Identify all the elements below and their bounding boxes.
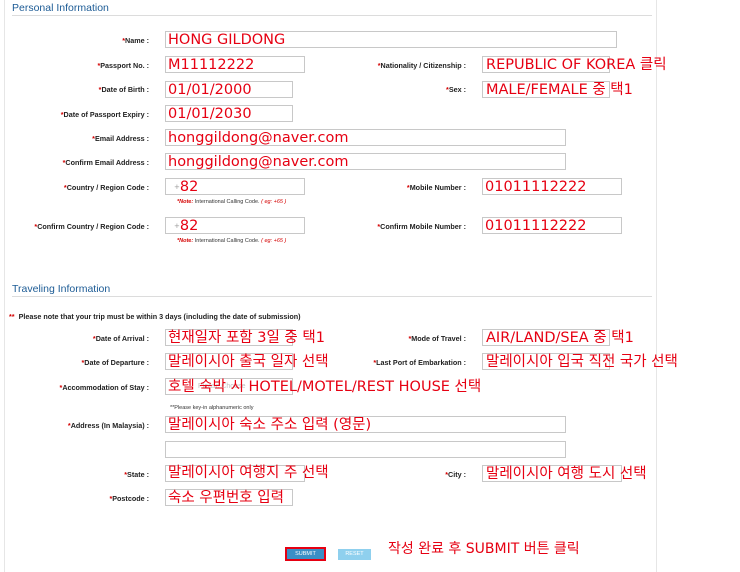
nationality-select[interactable] bbox=[482, 56, 610, 73]
email-input[interactable]: honggildong@naver.com bbox=[165, 129, 566, 146]
sex-label: *Sex : bbox=[446, 85, 466, 94]
arrival-label: *Date of Arrival : bbox=[92, 334, 149, 343]
postcode-input[interactable] bbox=[165, 489, 293, 506]
passport-input[interactable]: M11112222 bbox=[165, 56, 305, 73]
address-line1-input[interactable] bbox=[165, 416, 566, 433]
departure-label: *Date of Departure : bbox=[81, 358, 149, 367]
trip-window-note: ** Please note that your trip must be wi… bbox=[9, 312, 301, 321]
accommodation-label: *Accommodation of Stay : bbox=[59, 383, 149, 392]
country-code-label: *Country / Region Code : bbox=[63, 183, 149, 192]
alphanumeric-note: **Please key-in alphanumeric only bbox=[170, 405, 254, 411]
section-divider bbox=[12, 15, 652, 16]
mobile-label: *Mobile Number : bbox=[406, 183, 466, 192]
confirm-mobile-input[interactable]: 01011112222 bbox=[482, 217, 622, 234]
mode-label: *Mode of Travel : bbox=[408, 334, 466, 343]
address-label: *Address (In Malaysia) : bbox=[67, 421, 149, 430]
mode-select[interactable] bbox=[482, 329, 610, 346]
confirm-mobile-label: *Confirm Mobile Number : bbox=[377, 222, 466, 231]
city-select[interactable] bbox=[482, 465, 622, 482]
name-label: *Name : bbox=[122, 36, 149, 45]
address-line2-input[interactable] bbox=[165, 441, 566, 458]
accommodation-placeholder: Please Choose bbox=[198, 383, 246, 390]
passport-label: *Passport No. : bbox=[97, 61, 149, 70]
last-port-select[interactable] bbox=[482, 353, 610, 370]
submit-instruction: 작성 완료 후 SUBMIT 버튼 클릭 bbox=[388, 541, 580, 557]
name-input[interactable]: HONG GILDONG bbox=[165, 31, 617, 48]
city-label: *City : bbox=[445, 470, 466, 479]
arrival-input[interactable] bbox=[165, 329, 293, 346]
section-title-travel: Traveling Information bbox=[12, 283, 111, 295]
calling-code-note: *Note: International Calling Code. ( eg:… bbox=[177, 199, 287, 205]
expiry-label: *Date of Passport Expiry : bbox=[60, 110, 149, 119]
state-select[interactable] bbox=[165, 465, 305, 482]
nationality-label: *Nationality / Citizenship : bbox=[377, 61, 466, 70]
reset-button[interactable]: RESET bbox=[338, 549, 371, 560]
section-title-personal: Personal Information bbox=[12, 2, 109, 14]
mobile-input[interactable]: 01011112222 bbox=[482, 178, 622, 195]
confirm-country-code-label: *Confirm Country / Region Code : bbox=[34, 222, 149, 231]
expiry-input[interactable]: 01/01/2030 bbox=[165, 105, 293, 122]
departure-input[interactable] bbox=[165, 353, 293, 370]
dob-label: *Date of Birth : bbox=[98, 85, 149, 94]
postcode-label: *Postcode : bbox=[109, 494, 149, 503]
section-divider bbox=[12, 296, 652, 297]
email-label: *Email Address : bbox=[92, 134, 149, 143]
confirm-country-code-input[interactable]: +82 bbox=[165, 217, 305, 234]
last-port-label: *Last Port of Embarkation : bbox=[373, 358, 466, 367]
country-code-input[interactable]: +82 bbox=[165, 178, 305, 195]
confirm-email-label: *Confirm Email Address : bbox=[62, 158, 149, 167]
state-label: *State : bbox=[124, 470, 149, 479]
country-code-value: 82 bbox=[179, 178, 199, 195]
sex-select[interactable] bbox=[482, 81, 610, 98]
confirm-email-input[interactable]: honggildong@naver.com bbox=[165, 153, 566, 170]
confirm-calling-code-note: *Note: International Calling Code. ( eg:… bbox=[177, 238, 287, 244]
dob-input[interactable]: 01/01/2000 bbox=[165, 81, 293, 98]
confirm-country-code-value: 82 bbox=[179, 217, 199, 234]
submit-button[interactable]: SUBMIT bbox=[285, 547, 326, 561]
